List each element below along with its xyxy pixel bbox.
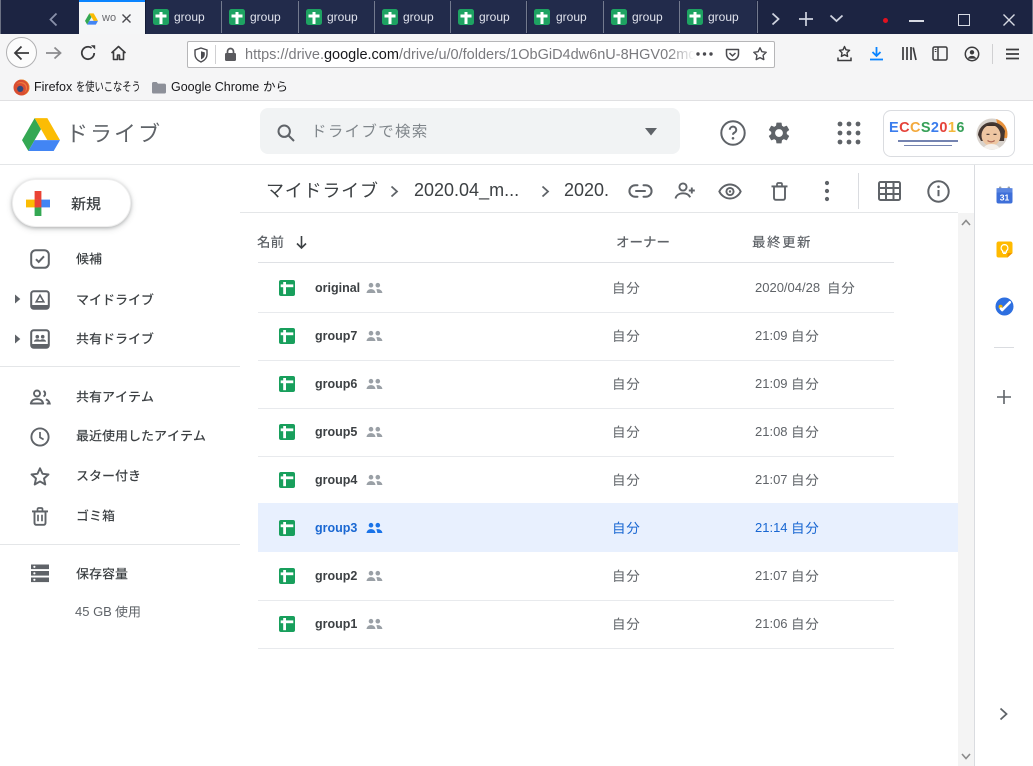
svg-text:31: 31 [1000, 192, 1010, 202]
